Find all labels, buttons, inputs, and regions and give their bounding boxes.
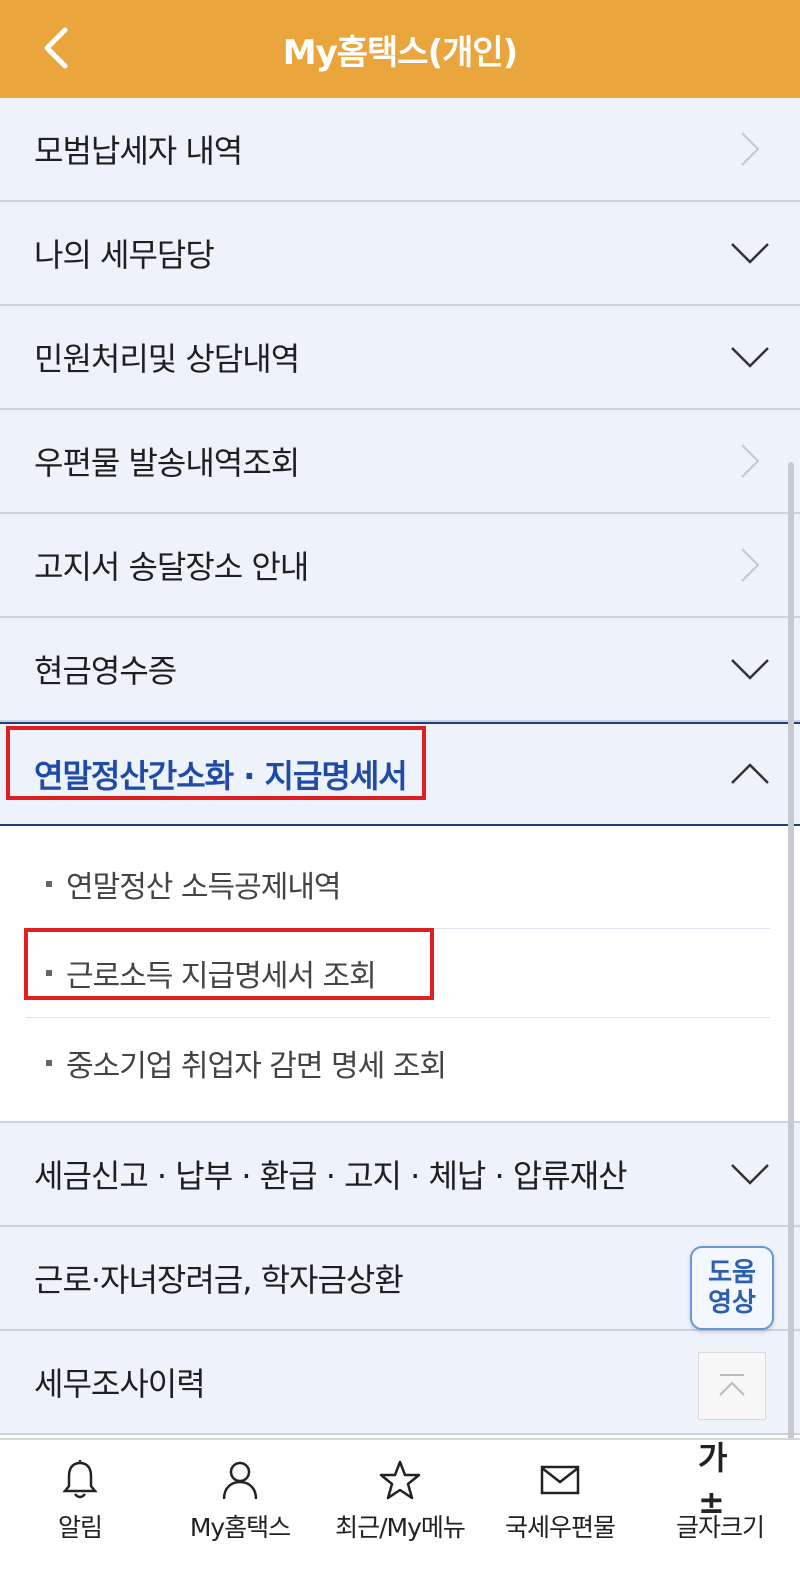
submenu-item-label: 근로소득 지급명세서 조회 (66, 959, 377, 994)
chevron-down-icon (728, 647, 772, 691)
chevron-right-icon (728, 439, 772, 483)
chevron-down-icon (728, 1152, 772, 1196)
mail-icon (538, 1458, 582, 1502)
submenu-item-sme-reduction[interactable]: 중소기업 취업자 감면 명세 조회 (26, 1018, 770, 1107)
tab-notifications[interactable]: 알림 (0, 1440, 160, 1580)
tab-label: 알림 (57, 1513, 103, 1542)
star-icon (378, 1458, 422, 1502)
submenu-item-label: 연말정산 소득공제내역 (66, 870, 342, 905)
menu-item-label: 세무조사이력 (34, 1365, 206, 1403)
submenu-item-wage-statement[interactable]: 근로소득 지급명세서 조회 (26, 929, 770, 1018)
menu-item-label: 민원처리및 상담내역 (34, 340, 300, 378)
tab-label: My홈택스 (189, 1513, 291, 1542)
help-video-label: 영상 (708, 1288, 756, 1318)
menu-item-civil-petition[interactable]: 민원처리및 상담내역 (0, 306, 800, 410)
menu-item-tax-filing[interactable]: 세금신고 · 납부 · 환급 · 고지 · 체납 · 압류재산 (0, 1123, 800, 1227)
tab-font-size[interactable]: 가± 글자크기 (640, 1439, 800, 1580)
chevron-right-icon (728, 127, 772, 171)
menu-item-notice-delivery[interactable]: 고지서 송달장소 안내 (0, 514, 800, 618)
bullet-icon (46, 881, 52, 887)
bullet-icon (46, 970, 52, 976)
menu-item-label: 연말정산간소화 · 지급명세서 (34, 757, 408, 795)
chevron-up-icon (728, 752, 772, 796)
bullet-icon (46, 1059, 52, 1066)
help-video-button[interactable]: 도움 영상 (690, 1246, 774, 1330)
help-video-label: 도움 (708, 1258, 756, 1288)
tab-label: 최근/My메뉴 (335, 1513, 466, 1542)
tab-my-hometax[interactable]: My홈택스 (160, 1440, 320, 1580)
tab-label: 국세우편물 (504, 1513, 616, 1542)
menu-item-label: 고지서 송달장소 안내 (34, 548, 309, 586)
menu-item-label: 모범납세자 내역 (34, 132, 243, 170)
back-button[interactable] (30, 22, 82, 74)
scroll-top-button[interactable] (698, 1352, 766, 1420)
menu-item-label: 나의 세무담당 (34, 236, 215, 274)
font-size-icon: 가± (698, 1439, 728, 1521)
menu-item-label: 현금영수증 (34, 652, 177, 690)
menu-item-tax-audit[interactable]: 세무조사이력 (0, 1331, 800, 1435)
menu-list: 모범납세자 내역 나의 세무담당 민원처리및 상담내역 우편물 발송내역조회 고… (0, 98, 800, 1435)
menu-item-model-taxpayer[interactable]: 모범납세자 내역 (0, 98, 800, 202)
scroll-top-icon (719, 1374, 745, 1396)
menu-item-my-tax-officer[interactable]: 나의 세무담당 (0, 202, 800, 306)
chevron-down-icon (728, 335, 772, 379)
tab-tax-mail[interactable]: 국세우편물 (480, 1440, 640, 1580)
menu-item-year-end-settlement[interactable]: 연말정산간소화 · 지급명세서 (0, 722, 800, 826)
menu-item-earned-income-credit[interactable]: 근로·자녀장려금, 학자금상환 (0, 1227, 800, 1331)
submenu-list: 연말정산 소득공제내역 근로소득 지급명세서 조회 중소기업 취업자 감면 명세… (0, 826, 800, 1123)
person-icon (218, 1458, 262, 1502)
submenu-item-label: 중소기업 취업자 감면 명세 조회 (66, 1048, 447, 1084)
chevron-right-icon (728, 543, 772, 587)
menu-item-label: 우편물 발송내역조회 (34, 444, 300, 482)
bell-icon (58, 1458, 102, 1502)
scrollbar[interactable] (788, 462, 794, 1462)
tab-recent-my-menu[interactable]: 최근/My메뉴 (320, 1440, 480, 1580)
bottom-tab-bar: 알림 My홈택스 최근/My메뉴 국세우편물 가± 글자크기 (0, 1438, 800, 1580)
menu-item-label: 근로·자녀장려금, 학자금상환 (34, 1261, 404, 1299)
page-title: My홈택스(개인) (282, 32, 518, 73)
chevron-down-icon (728, 231, 772, 275)
menu-item-label: 세금신고 · 납부 · 환급 · 고지 · 체납 · 압류재산 (34, 1157, 628, 1195)
submenu-item-deduction[interactable]: 연말정산 소득공제내역 (26, 840, 770, 929)
menu-item-mail-history[interactable]: 우편물 발송내역조회 (0, 410, 800, 514)
tab-label: 글자크기 (675, 1513, 765, 1542)
menu-item-cash-receipt[interactable]: 현금영수증 (0, 618, 800, 722)
app-header: My홈택스(개인) (0, 0, 800, 98)
chevron-left-icon (44, 27, 68, 69)
